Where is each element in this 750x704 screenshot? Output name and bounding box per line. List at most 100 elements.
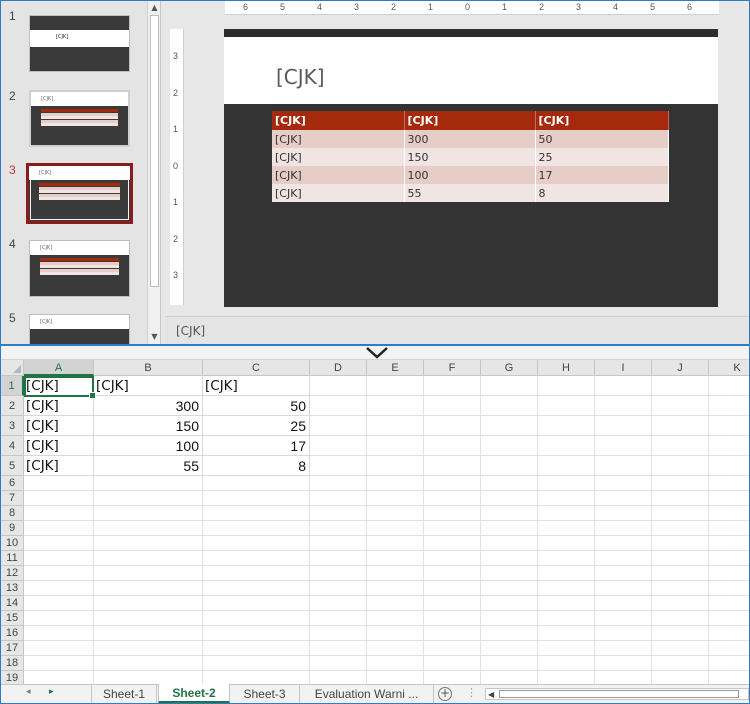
grid-cell[interactable] bbox=[538, 521, 595, 536]
grid-cell[interactable] bbox=[652, 611, 709, 626]
grid-cell[interactable] bbox=[709, 436, 749, 456]
grid-cell[interactable] bbox=[424, 456, 481, 476]
scroll-up-icon[interactable]: ▲ bbox=[149, 2, 160, 13]
chevron-down-icon[interactable] bbox=[365, 346, 389, 360]
grid-cell[interactable] bbox=[481, 506, 538, 521]
grid-cell[interactable] bbox=[424, 396, 481, 416]
grid-cell[interactable] bbox=[709, 566, 749, 581]
scrollbar-thumb[interactable] bbox=[150, 15, 159, 287]
grid-cell[interactable] bbox=[424, 581, 481, 596]
grid-cell[interactable] bbox=[310, 536, 367, 551]
grid-cell[interactable] bbox=[595, 396, 652, 416]
worksheet-grid[interactable]: A B C D E F G H I J K 1 2 3 4 5 6 7 8 9 10 11 12 13 14 15 16 17 18 19… bbox=[1, 360, 749, 684]
grid-cell[interactable] bbox=[94, 551, 203, 566]
grid-cell[interactable] bbox=[481, 476, 538, 491]
cell-a2[interactable]: [CJK] bbox=[24, 396, 94, 416]
grid-cell[interactable] bbox=[424, 596, 481, 611]
grid-cell[interactable] bbox=[481, 551, 538, 566]
grid-cell[interactable] bbox=[538, 611, 595, 626]
column-header-b[interactable]: B bbox=[94, 360, 203, 376]
table-cell[interactable]: [CJK] bbox=[272, 148, 405, 166]
grid-cell[interactable] bbox=[94, 641, 203, 656]
cell-a4[interactable]: [CJK] bbox=[24, 436, 94, 456]
grid-cell[interactable] bbox=[538, 491, 595, 506]
grid-cell[interactable] bbox=[538, 436, 595, 456]
grid-cell[interactable] bbox=[424, 566, 481, 581]
table-header-cell[interactable]: [CJK] bbox=[272, 111, 405, 130]
grid-cell[interactable] bbox=[652, 436, 709, 456]
grid-cell[interactable] bbox=[652, 641, 709, 656]
table-header-cell[interactable]: [CJK] bbox=[404, 111, 536, 130]
grid-cell[interactable] bbox=[94, 536, 203, 551]
grid-cell[interactable] bbox=[481, 611, 538, 626]
grid-cell[interactable] bbox=[203, 671, 310, 684]
grid-cell[interactable] bbox=[310, 581, 367, 596]
grid-cell[interactable] bbox=[367, 476, 424, 491]
grid-cell[interactable] bbox=[24, 551, 94, 566]
table-cell[interactable]: 100 bbox=[404, 166, 536, 184]
grid-cell[interactable] bbox=[424, 376, 481, 396]
grid-cell[interactable] bbox=[424, 436, 481, 456]
cell-b5[interactable]: 55 bbox=[94, 456, 203, 476]
grid-cell[interactable] bbox=[24, 521, 94, 536]
thumbnail-scrollbar[interactable]: ▲ ▼ bbox=[147, 1, 161, 344]
active-cell-selection[interactable] bbox=[24, 376, 96, 399]
grid-cell[interactable] bbox=[709, 376, 749, 396]
grid-cell[interactable] bbox=[24, 506, 94, 521]
grid-cell[interactable] bbox=[709, 476, 749, 491]
grid-cell[interactable] bbox=[595, 416, 652, 436]
grid-cell[interactable] bbox=[424, 416, 481, 436]
column-header-h[interactable]: H bbox=[538, 360, 595, 376]
grid-cell[interactable] bbox=[709, 626, 749, 641]
grid-cell[interactable] bbox=[652, 491, 709, 506]
slide-canvas[interactable]: [CJK] [CJK] [CJK] [CJK] [CJK] 300 50 [CJ… bbox=[224, 29, 718, 307]
grid-cell[interactable] bbox=[481, 626, 538, 641]
grid-cell[interactable] bbox=[595, 566, 652, 581]
grid-cell[interactable] bbox=[367, 656, 424, 671]
cell-c2[interactable]: 50 bbox=[203, 396, 310, 416]
cell-b4[interactable]: 100 bbox=[94, 436, 203, 456]
cell-c5[interactable]: 8 bbox=[203, 456, 310, 476]
grid-cell[interactable] bbox=[424, 551, 481, 566]
row-header-15[interactable]: 15 bbox=[1, 611, 24, 626]
row-header-11[interactable]: 11 bbox=[1, 551, 24, 566]
slide-table[interactable]: [CJK] [CJK] [CJK] [CJK] 300 50 [CJK] 150… bbox=[272, 111, 669, 202]
grid-cell[interactable] bbox=[595, 536, 652, 551]
grid-cell[interactable] bbox=[538, 416, 595, 436]
grid-cell[interactable] bbox=[24, 476, 94, 491]
grid-cell[interactable] bbox=[367, 536, 424, 551]
grid-cell[interactable] bbox=[652, 476, 709, 491]
grid-cell[interactable] bbox=[24, 581, 94, 596]
grid-cell[interactable] bbox=[709, 551, 749, 566]
grid-cell[interactable] bbox=[595, 641, 652, 656]
grid-cell[interactable] bbox=[310, 506, 367, 521]
grid-cell[interactable] bbox=[367, 626, 424, 641]
grid-cell[interactable] bbox=[709, 671, 749, 684]
grid-cell[interactable] bbox=[367, 506, 424, 521]
grid-cell[interactable] bbox=[203, 551, 310, 566]
grid-cell[interactable] bbox=[367, 671, 424, 684]
grid-cell[interactable] bbox=[481, 491, 538, 506]
grid-cell[interactable] bbox=[595, 491, 652, 506]
column-header-f[interactable]: F bbox=[424, 360, 481, 376]
table-cell[interactable]: [CJK] bbox=[272, 184, 405, 202]
grid-cell[interactable] bbox=[652, 396, 709, 416]
grid-cell[interactable] bbox=[538, 656, 595, 671]
grid-cell[interactable] bbox=[94, 656, 203, 671]
grid-cell[interactable] bbox=[652, 536, 709, 551]
slide-thumbnail-3[interactable]: [CJK] bbox=[26, 163, 133, 224]
row-header-12[interactable]: 12 bbox=[1, 566, 24, 581]
grid-cell[interactable] bbox=[94, 476, 203, 491]
grid-cell[interactable] bbox=[203, 656, 310, 671]
grid-cell[interactable] bbox=[424, 611, 481, 626]
select-all-corner[interactable] bbox=[1, 360, 24, 376]
grid-cell[interactable] bbox=[424, 521, 481, 536]
grid-cell[interactable] bbox=[310, 671, 367, 684]
table-cell[interactable]: [CJK] bbox=[272, 130, 405, 148]
grid-cell[interactable] bbox=[709, 456, 749, 476]
scrollbar-thumb[interactable] bbox=[499, 690, 739, 698]
grid-cell[interactable] bbox=[203, 641, 310, 656]
row-header-2[interactable]: 2 bbox=[1, 396, 24, 416]
slide-thumbnail-1[interactable]: [CJK] bbox=[29, 15, 130, 72]
grid-cell[interactable] bbox=[652, 596, 709, 611]
